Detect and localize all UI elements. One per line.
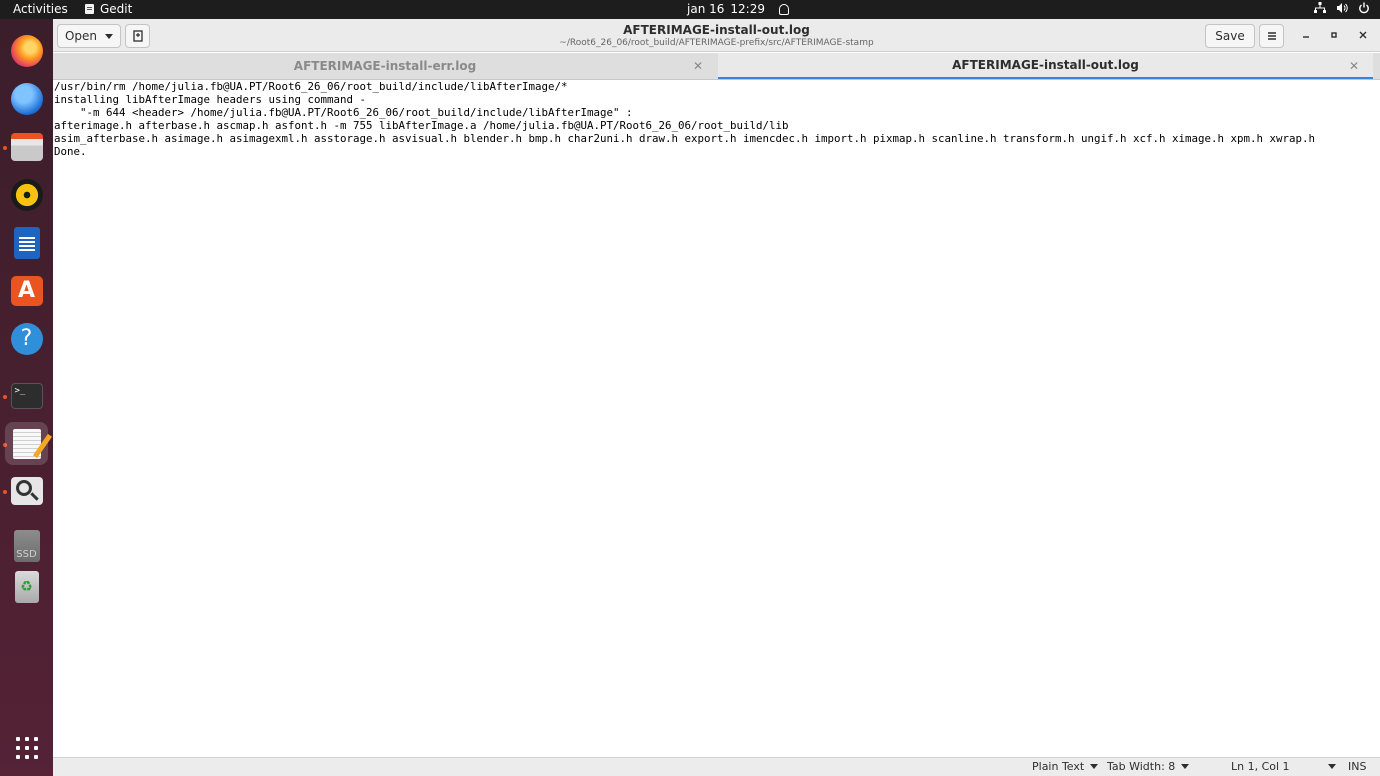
image-viewer-icon — [10, 476, 43, 505]
dock-firefox[interactable] — [5, 29, 48, 72]
dock-software[interactable]: A — [5, 269, 48, 312]
gedit-app-icon — [85, 4, 94, 14]
ssd-drive-icon: SSD — [13, 529, 40, 562]
dock-ssd[interactable]: SSD — [5, 524, 48, 567]
chevron-down-icon — [105, 33, 114, 39]
ubuntu-software-icon: A — [10, 275, 43, 306]
app-menu-label: Gedit — [100, 2, 133, 16]
clock-time: 12:29 — [730, 2, 765, 16]
volume-icon — [1336, 2, 1348, 14]
text-editor-icon — [12, 428, 52, 459]
tab-close-icon[interactable]: ✕ — [693, 59, 703, 73]
power-icon — [1358, 2, 1370, 14]
app-menu[interactable]: Gedit — [85, 2, 132, 16]
chevron-down-icon — [1090, 764, 1099, 769]
tab-label: AFTERIMAGE-install-out.log — [952, 58, 1139, 72]
text-line: Done. — [54, 145, 87, 158]
system-tray[interactable] — [1314, 2, 1370, 14]
hamburger-menu-icon — [1267, 32, 1276, 40]
activities-button[interactable]: Activities — [13, 2, 68, 16]
chevron-down-icon — [1181, 764, 1190, 769]
cursor-position-selector[interactable]: Ln 1, Col 1 — [1231, 760, 1336, 773]
dock-thunderbird[interactable] — [5, 77, 48, 120]
network-icon — [1314, 2, 1326, 14]
firefox-icon — [10, 34, 43, 67]
maximize-button[interactable] — [1326, 27, 1342, 43]
open-button-label: Open — [64, 29, 98, 43]
tab-bar: AFTERIMAGE-install-err.log ✕ AFTERIMAGE-… — [53, 53, 1380, 80]
insert-mode-indicator: INS — [1348, 760, 1366, 773]
libreoffice-writer-icon — [13, 226, 40, 259]
thunderbird-icon — [10, 82, 43, 115]
tab-width-selector[interactable]: Tab Width: 8 — [1107, 760, 1190, 773]
status-bar: Plain Text Tab Width: 8 Ln 1, Col 1 INS — [53, 757, 1380, 776]
dock-files[interactable] — [5, 125, 48, 168]
cursor-position-label: Ln 1, Col 1 — [1231, 760, 1290, 773]
new-document-button[interactable] — [125, 24, 150, 48]
minimize-button[interactable] — [1298, 27, 1314, 43]
text-line: installing libAfterImage headers using c… — [54, 93, 367, 106]
help-icon: ? — [10, 322, 43, 355]
text-line: afterimage.h afterbase.h ascmap.h asfont… — [54, 119, 789, 132]
minimize-icon — [1303, 36, 1309, 38]
show-applications-icon[interactable] — [16, 737, 38, 759]
dock-writer[interactable] — [5, 221, 48, 264]
terminal-icon: >_ — [10, 382, 43, 409]
dock: A ? >_ SSD ♻ — [0, 19, 53, 776]
window-title: AFTERIMAGE-install-out.log ~/Root6_26_06… — [53, 23, 1380, 48]
new-document-icon — [132, 30, 143, 42]
chevron-down-icon — [1327, 764, 1336, 769]
rhythmbox-icon — [10, 178, 43, 211]
dock-image-viewer[interactable] — [5, 469, 48, 512]
dock-rhythmbox[interactable] — [5, 173, 48, 216]
tab-label: AFTERIMAGE-install-err.log — [293, 59, 477, 73]
text-line: asim_afterbase.h asimage.h asimagexml.h … — [54, 132, 1316, 145]
document-title: AFTERIMAGE-install-out.log — [623, 23, 810, 37]
tab-width-label: Tab Width: 8 — [1107, 760, 1176, 773]
files-icon — [10, 132, 43, 161]
document-path: ~/Root6_26_06/root_build/AFTERIMAGE-pref… — [559, 38, 874, 48]
language-label: Plain Text — [1032, 760, 1085, 773]
tab-install-out-log[interactable]: AFTERIMAGE-install-out.log ✕ — [718, 53, 1373, 79]
top-bar: Activities Gedit jan 16 12:29 — [0, 0, 1380, 19]
maximize-icon — [1331, 32, 1337, 38]
tab-install-err-log[interactable]: AFTERIMAGE-install-err.log ✕ — [53, 53, 717, 79]
text-line: /usr/bin/rm /home/julia.fb@UA.PT/Root6_2… — [54, 80, 568, 93]
trash-icon: ♻ — [14, 570, 39, 603]
dock-help[interactable]: ? — [5, 317, 48, 360]
dock-terminal[interactable]: >_ — [5, 374, 48, 417]
save-button-label: Save — [1215, 29, 1245, 43]
text-line: "-m 644 <header> /home/julia.fb@UA.PT/Ro… — [54, 106, 633, 119]
tab-close-icon[interactable]: ✕ — [1349, 59, 1359, 73]
open-button[interactable]: Open — [57, 24, 121, 48]
document-text[interactable]: /usr/bin/rm /home/julia.fb@UA.PT/Root6_2… — [54, 80, 1315, 158]
close-icon — [1359, 31, 1367, 39]
clock[interactable]: jan 16 12:29 — [687, 2, 789, 16]
text-editor-area[interactable]: /usr/bin/rm /home/julia.fb@UA.PT/Root6_2… — [53, 80, 1380, 757]
alarm-bell-icon — [778, 3, 789, 15]
dock-text-editor[interactable] — [5, 422, 52, 465]
save-button[interactable]: Save — [1205, 24, 1255, 48]
header-bar: AFTERIMAGE-install-out.log ~/Root6_26_06… — [53, 19, 1380, 52]
close-window-button[interactable] — [1355, 27, 1371, 43]
clock-date: jan 16 — [687, 2, 725, 16]
language-selector[interactable]: Plain Text — [1032, 760, 1099, 773]
dock-trash[interactable]: ♻ — [5, 565, 48, 608]
main-menu-button[interactable] — [1259, 24, 1284, 48]
insert-mode-label: INS — [1348, 760, 1367, 773]
